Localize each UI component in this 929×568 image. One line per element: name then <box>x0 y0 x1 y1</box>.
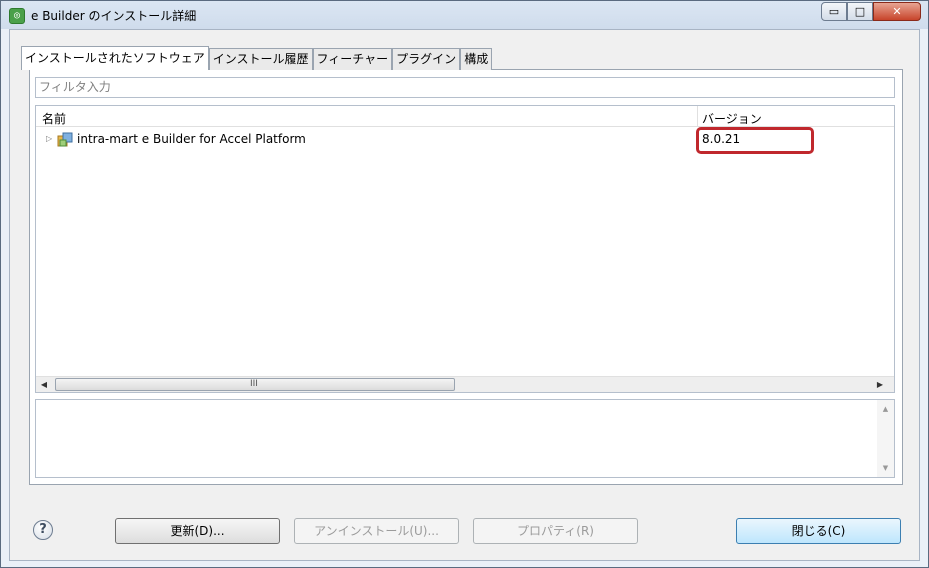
minimize-button[interactable]: ▭ <box>821 2 847 21</box>
title-bar[interactable]: ◎ e Builder のインストール詳細 ▭ □ ✕ <box>1 1 928 29</box>
update-button[interactable]: 更新(D)... <box>115 518 280 544</box>
column-divider[interactable] <box>697 106 698 127</box>
eclipse-app-icon: ◎ <box>9 8 25 24</box>
scroll-down-icon[interactable]: ▼ <box>877 461 894 475</box>
tab-features[interactable]: フィーチャー <box>312 48 393 70</box>
expand-arrow-icon[interactable]: ▷ <box>46 134 52 143</box>
description-area[interactable]: ▲ ▼ <box>35 399 895 478</box>
installed-software-table: 名前 バージョン ▷ intra-mart e Builder for Acce… <box>35 105 895 393</box>
minimize-icon: ▭ <box>828 5 840 18</box>
window-title: e Builder のインストール詳細 <box>31 9 197 23</box>
scrollbar-thumb[interactable]: III <box>55 378 455 391</box>
tab-installed-software[interactable]: インストールされたソフトウェア <box>21 46 209 70</box>
help-icon[interactable]: ? <box>33 520 53 540</box>
table-header: 名前 バージョン <box>36 106 894 127</box>
column-header-name[interactable]: 名前 <box>42 110 66 127</box>
close-button[interactable]: 閉じる(C) <box>736 518 901 544</box>
close-window-button[interactable]: ✕ <box>873 2 921 21</box>
scroll-up-icon[interactable]: ▲ <box>877 402 894 416</box>
uninstall-button[interactable]: アンインストール(U)... <box>294 518 459 544</box>
feature-plugin-icon <box>57 132 73 147</box>
horizontal-scrollbar[interactable]: ◀ III ▶ <box>36 376 894 392</box>
maximize-icon: □ <box>854 5 866 18</box>
close-icon: ✕ <box>892 5 902 18</box>
tab-configuration[interactable]: 構成 <box>460 48 493 70</box>
software-name: intra-mart e Builder for Accel Platform <box>77 132 306 146</box>
scroll-right-icon[interactable]: ▶ <box>872 378 888 392</box>
tab-bar: インストールされたソフトウェア インストール履歴 フィーチャー プラグイン 構成 <box>21 46 493 70</box>
filter-input[interactable]: フィルタ入力 <box>35 77 895 98</box>
scroll-left-icon[interactable]: ◀ <box>36 378 52 392</box>
tab-plugins[interactable]: プラグイン <box>392 48 461 70</box>
tab-install-history[interactable]: インストール履歴 <box>208 48 313 70</box>
version-highlight-box <box>696 127 814 154</box>
install-details-dialog: ◎ e Builder のインストール詳細 ▭ □ ✕ インストールされたソフト… <box>0 0 929 568</box>
grip-icon: III <box>250 379 258 389</box>
column-header-version[interactable]: バージョン <box>702 110 762 127</box>
vertical-scrollbar[interactable]: ▲ ▼ <box>877 400 894 477</box>
properties-button[interactable]: プロパティ(R) <box>473 518 638 544</box>
maximize-button[interactable]: □ <box>847 2 873 21</box>
